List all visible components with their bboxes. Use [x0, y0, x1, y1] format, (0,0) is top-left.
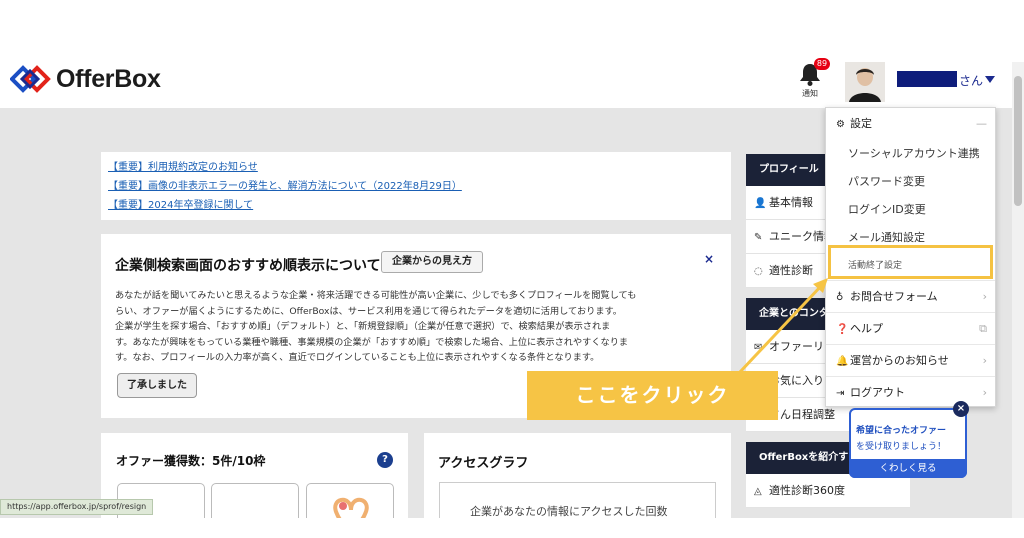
bottom-margin [0, 518, 1024, 538]
promo-details-button[interactable]: くわしく見る [849, 459, 967, 478]
status-bar-url: https://app.offerbox.jp/sprof/resign [0, 499, 154, 515]
screen: OfferBox 89 通知 さん 【重要】利用規約改定のお知らせ 【重要】画像… [0, 0, 1024, 538]
promo-line-2: を受け取りましょう！ [856, 442, 947, 452]
promo-line-1: 希望に合ったオファー [856, 426, 947, 436]
annotation-callout: ここをクリック [527, 371, 778, 420]
promo-close-icon[interactable]: × [953, 401, 969, 417]
